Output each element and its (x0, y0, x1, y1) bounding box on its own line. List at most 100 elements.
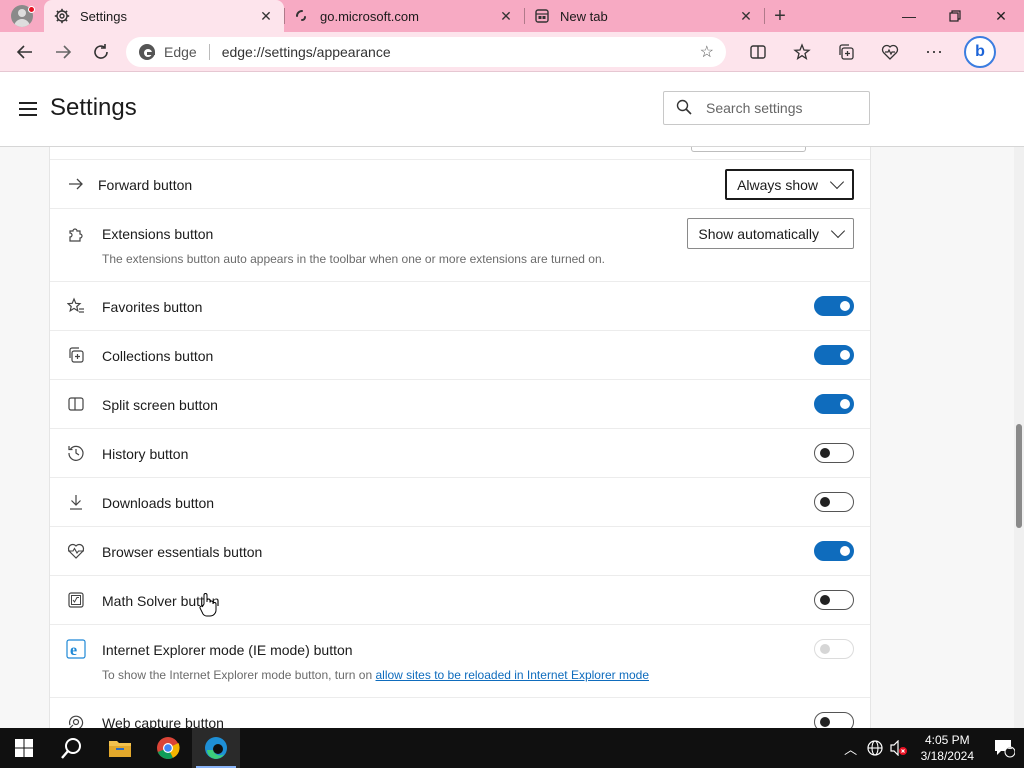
setting-row-downloads: Downloads button (50, 478, 870, 527)
new-tab-page-icon (534, 8, 550, 24)
toggle-knob (840, 546, 850, 556)
back-button[interactable] (6, 36, 44, 68)
minimize-icon[interactable]: — (886, 0, 932, 32)
browser-essentials-button-toggle[interactable] (814, 541, 854, 561)
volume-muted-icon[interactable] (887, 740, 911, 756)
clock-time: 4:05 PM (924, 733, 970, 747)
favorites-toolbar-icon[interactable] (780, 36, 824, 68)
ie-mode-settings-link[interactable]: allow sites to be reloaded in Internet E… (376, 668, 650, 682)
forward-button[interactable] (44, 36, 82, 68)
close-tab-icon[interactable]: ✕ (258, 8, 274, 24)
search-icon (61, 738, 81, 759)
setting-row-ie-mode: e Internet Explorer mode (IE mode) butto… (50, 625, 870, 698)
notification-center-button[interactable]: 1 (984, 738, 1024, 758)
setting-label: Downloads button (102, 495, 215, 511)
math-solver-button-toggle[interactable] (814, 590, 854, 610)
more-options-icon[interactable]: ··· (912, 36, 956, 68)
heart-pulse-icon (66, 541, 86, 561)
setting-row-favorites: Favorites button (50, 282, 870, 331)
taskbar-clock[interactable]: 4:05 PM 3/18/2024 (911, 732, 984, 764)
profile-button[interactable] (0, 0, 44, 32)
collections-toolbar-icon[interactable] (824, 36, 868, 68)
puzzle-piece-icon (66, 224, 86, 244)
address-bar[interactable]: Edge edge://settings/appearance ☆ (126, 36, 726, 67)
address-divider (208, 43, 210, 60)
close-tab-icon[interactable]: ✕ (738, 8, 754, 24)
history-clock-icon (66, 443, 86, 463)
split-screen-toolbar-icon[interactable] (736, 36, 780, 68)
search-settings-input[interactable]: Search settings (663, 91, 870, 125)
close-window-icon[interactable]: ✕ (978, 0, 1024, 32)
network-globe-icon[interactable] (863, 740, 887, 756)
dropdown-value: Show automatically (698, 225, 819, 242)
chevron-down-icon (830, 223, 846, 239)
chrome-taskbar-button[interactable] (144, 728, 192, 768)
toolbar-buttons-card: Forward button Always show Extensions bu… (49, 147, 871, 728)
toggle-knob (820, 644, 830, 654)
setting-row-browser-essentials: Browser essentials button (50, 527, 870, 576)
address-url[interactable]: edge://settings/appearance (222, 44, 700, 60)
web-capture-button-toggle[interactable] (814, 712, 854, 728)
tab-new-tab[interactable]: New tab ✕ (524, 0, 764, 32)
downloads-button-toggle[interactable] (814, 492, 854, 512)
setting-label: Internet Explorer mode (IE mode) button (102, 642, 353, 658)
favorites-button-toggle[interactable] (814, 296, 854, 316)
search-icon (676, 99, 692, 118)
settings-content[interactable]: Forward button Always show Extensions bu… (0, 147, 1024, 728)
history-button-toggle[interactable] (814, 443, 854, 463)
split-screen-icon (66, 394, 86, 414)
show-hidden-icons-chevron-icon[interactable]: ︿ (839, 739, 863, 758)
address-brand: Edge (164, 43, 197, 60)
split-screen-button-toggle[interactable] (814, 394, 854, 414)
gear-icon (54, 8, 70, 24)
close-tab-icon[interactable]: ✕ (498, 8, 514, 24)
setting-label: History button (102, 446, 189, 462)
scrollbar-thumb[interactable] (1016, 424, 1022, 528)
taskbar-search-button[interactable] (48, 728, 96, 768)
menu-hamburger-icon[interactable] (19, 102, 37, 116)
edge-icon (205, 737, 227, 759)
toggle-knob (820, 595, 830, 605)
settings-header: Settings Search settings (0, 72, 1024, 147)
toggle-knob (840, 301, 850, 311)
tab-go-microsoft[interactable]: go.microsoft.com ✕ (284, 0, 524, 32)
extensions-button-dropdown[interactable]: Show automatically (687, 218, 854, 249)
toggle-knob (820, 497, 830, 507)
folder-icon (109, 741, 131, 757)
windows-logo-icon (15, 739, 33, 757)
setting-row-split-screen: Split screen button (50, 380, 870, 429)
internet-explorer-icon: e (66, 639, 86, 659)
refresh-button[interactable] (82, 36, 120, 68)
setting-row-collections: Collections button (50, 331, 870, 380)
collections-icon (66, 345, 86, 365)
file-explorer-taskbar-button[interactable] (96, 728, 144, 768)
setting-label: Split screen button (102, 397, 218, 413)
previous-dropdown-partial[interactable] (691, 147, 806, 152)
collections-button-toggle[interactable] (814, 345, 854, 365)
forward-button-dropdown[interactable]: Always show (725, 169, 854, 200)
tab-settings[interactable]: Settings ✕ (44, 0, 284, 32)
system-tray: ︿ 4:05 PM 3/18/2024 1 (839, 732, 1024, 764)
page-scrollbar[interactable] (1014, 147, 1024, 728)
loading-icon (294, 8, 310, 24)
tab-label: New tab (560, 8, 608, 24)
web-capture-icon (66, 712, 86, 728)
restore-icon[interactable] (932, 0, 978, 32)
star-list-icon (66, 296, 86, 316)
toggle-knob (820, 717, 830, 727)
setting-label: Math Solver button (102, 593, 220, 609)
setting-row-history: History button (50, 429, 870, 478)
setting-description: To show the Internet Explorer mode butto… (102, 668, 870, 682)
new-tab-button[interactable]: + (764, 0, 796, 32)
profile-alert-dot (28, 6, 35, 13)
copilot-bing-icon[interactable]: b (964, 35, 996, 68)
setting-label: Collections button (102, 348, 214, 364)
windows-taskbar: ︿ 4:05 PM 3/18/2024 1 (0, 728, 1024, 768)
browser-essentials-toolbar-icon[interactable] (868, 36, 912, 68)
setting-label: Browser essentials button (102, 544, 263, 560)
math-solver-icon (66, 590, 86, 610)
start-button[interactable] (0, 728, 48, 768)
add-favorite-icon[interactable]: ☆ (700, 42, 714, 62)
edge-taskbar-button[interactable] (192, 728, 240, 768)
svg-text:e: e (70, 642, 77, 659)
